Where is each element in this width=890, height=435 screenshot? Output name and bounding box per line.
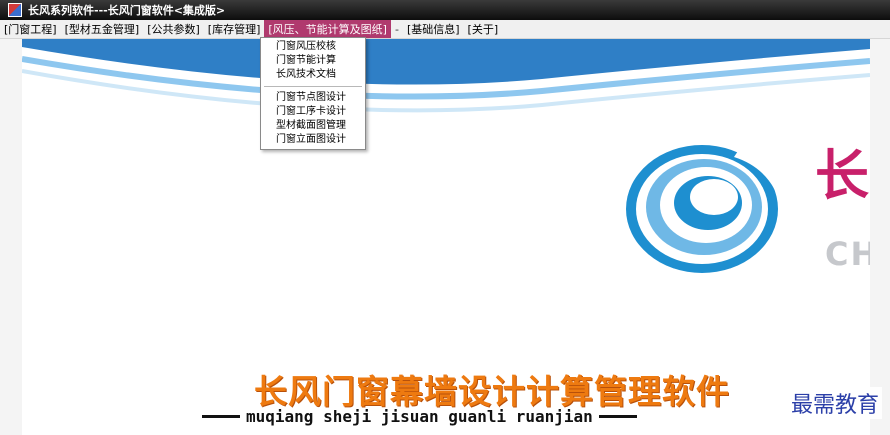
brand-char: 长 xyxy=(815,143,869,207)
left-margin xyxy=(0,39,22,435)
menu-item-elevation-design[interactable]: 门窗立面图设计 xyxy=(261,133,365,147)
splash-area: 长 CH 长风门窗幕墙设计计算管理软件 muqiang sheji jisuan… xyxy=(22,39,870,435)
menu-separator: - xyxy=(394,22,399,36)
dash-left xyxy=(202,415,240,418)
slogan-title: 长风门窗幕墙设计计算管理软件 xyxy=(254,372,730,411)
title-bar: 长风系列软件---长风门窗软件<集成版> xyxy=(0,0,890,20)
menu-bar: [门窗工程] [型材五金管理] [公共参数] [库存管理] [风压、节能计算及图… xyxy=(0,20,890,39)
app-icon xyxy=(8,3,22,17)
brand-initials: CH xyxy=(825,235,870,273)
menu-divider xyxy=(264,86,362,87)
menu-window-project[interactable]: [门窗工程] xyxy=(0,20,61,38)
app-window: 长风系列软件---长风门窗软件<集成版> [门窗工程] [型材五金管理] [公共… xyxy=(0,0,890,435)
menu-item-process-card[interactable]: 门窗工序卡设计 xyxy=(261,105,365,119)
menu-basic-info[interactable]: [基础信息] xyxy=(403,20,464,38)
dash-right xyxy=(598,415,637,418)
swoosh-graphic xyxy=(22,39,870,113)
menu-item-wind-pressure-check[interactable]: 门窗风压校核 xyxy=(261,40,365,54)
menu-profile-hardware[interactable]: [型材五金管理] xyxy=(61,20,144,38)
dropdown-menu: 门窗风压校核 门窗节能计算 长风技术文档 门窗节点图设计 门窗工序卡设计 型材截… xyxy=(260,37,366,150)
pinyin-text: muqiang sheji jisuan guanli ruanjian xyxy=(246,407,593,426)
menu-item-node-design[interactable]: 门窗节点图设计 xyxy=(261,91,365,105)
menu-public-params[interactable]: [公共参数] xyxy=(143,20,204,38)
pinyin-subtitle: muqiang sheji jisuan guanli ruanjian xyxy=(202,407,822,426)
menu-wind-energy-drawings[interactable]: [风压、节能计算及图纸] xyxy=(264,20,391,38)
watermark: 最需教育 xyxy=(787,387,882,419)
menu-item-energy-calc[interactable]: 门窗节能计算 xyxy=(261,54,365,68)
right-margin xyxy=(870,39,890,435)
menu-inventory[interactable]: [库存管理] xyxy=(204,20,265,38)
window-title: 长风系列软件---长风门窗软件<集成版> xyxy=(28,4,226,17)
menu-item-tech-docs[interactable]: 长风技术文档 xyxy=(261,68,365,82)
menu-item-profile-section[interactable]: 型材截面图管理 xyxy=(261,119,365,133)
menu-about[interactable]: [关于] xyxy=(464,20,503,38)
company-logo-icon xyxy=(626,145,798,273)
